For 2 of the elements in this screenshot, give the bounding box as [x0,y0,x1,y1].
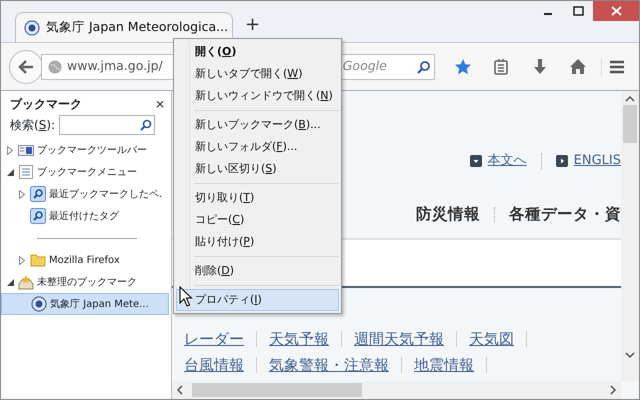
sidebar-title: ブックマーク [10,96,82,113]
search-label: 検索(S): [10,117,56,134]
